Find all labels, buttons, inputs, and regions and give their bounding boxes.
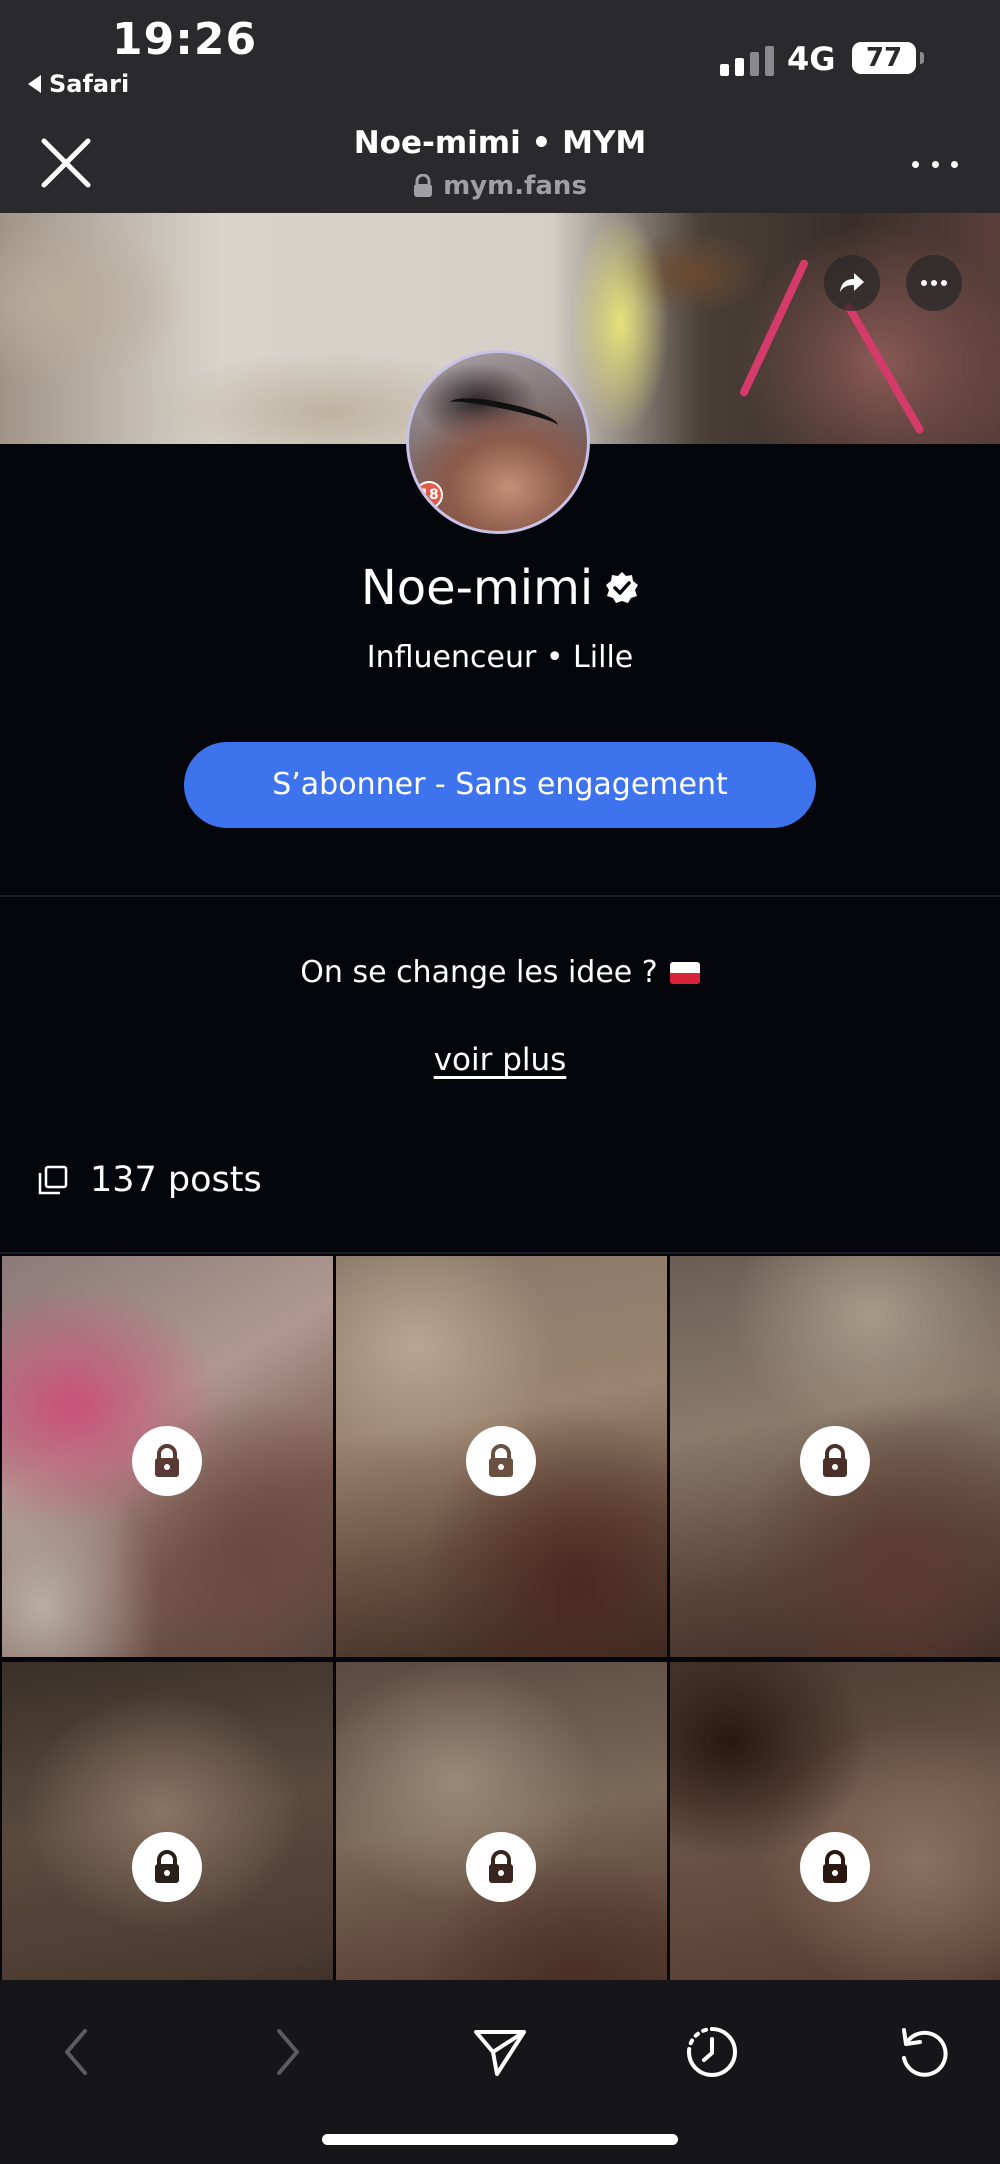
age-badge: 18 xyxy=(415,481,443,509)
dot-icon xyxy=(941,280,947,286)
posts-count: 137 posts xyxy=(38,1160,262,1200)
locked-post-tile[interactable] xyxy=(336,1256,667,1657)
lock-badge xyxy=(466,1426,536,1496)
bio-text: On se change les idee ? xyxy=(300,955,658,990)
verified-badge-icon xyxy=(606,572,639,603)
divider xyxy=(0,1252,1000,1254)
page-title: Noe-mimi • MYM xyxy=(353,125,647,161)
dot-icon xyxy=(931,280,937,286)
back-button[interactable] xyxy=(36,2012,116,2092)
share-arrow-icon xyxy=(840,273,864,292)
avatar[interactable]: 18 xyxy=(406,350,590,534)
poland-flag-icon xyxy=(669,961,700,984)
chevron-left-icon xyxy=(65,2029,87,2075)
lock-badge xyxy=(132,1832,202,1902)
avatar-detail xyxy=(447,391,561,437)
lock-icon xyxy=(823,1850,847,1883)
profile-more-button[interactable] xyxy=(906,255,962,311)
status-bar: 19:26 Safari 4G 77 xyxy=(0,0,1000,115)
lock-icon xyxy=(155,1444,179,1477)
dot-icon xyxy=(951,160,958,168)
lock-icon xyxy=(155,1850,179,1883)
chevron-right-icon xyxy=(277,2029,299,2075)
home-indicator xyxy=(322,2134,678,2145)
url-display[interactable]: mym.fans xyxy=(0,171,1000,201)
profile-name-row: Noe-mimi xyxy=(0,560,1000,616)
back-to-app-link[interactable]: Safari xyxy=(28,70,129,98)
lock-badge xyxy=(132,1426,202,1496)
locked-post-tile[interactable] xyxy=(670,1256,1000,1657)
locked-post-tile[interactable] xyxy=(2,1256,333,1657)
divider xyxy=(0,895,1000,897)
profile-bio: On se change les idee ? xyxy=(0,955,1000,990)
share-button[interactable] xyxy=(460,2012,540,2092)
see-more-link[interactable]: voir plus xyxy=(0,1042,1000,1078)
history-button[interactable] xyxy=(672,2012,752,2092)
battery-level: 77 xyxy=(865,43,903,73)
share-profile-button[interactable] xyxy=(824,255,880,311)
lock-icon xyxy=(823,1444,847,1477)
lock-badge xyxy=(800,1426,870,1496)
send-icon xyxy=(474,2030,526,2076)
cover-detail xyxy=(843,301,925,435)
profile-subtitle: Influenceur • Lille xyxy=(366,640,634,675)
reload-icon xyxy=(902,2028,948,2077)
lock-badge xyxy=(466,1832,536,1902)
posts-stack-icon xyxy=(38,1165,68,1195)
lock-badge xyxy=(800,1832,870,1902)
network-type: 4G xyxy=(787,40,836,78)
forward-button[interactable] xyxy=(248,2012,328,2092)
more-options-button[interactable] xyxy=(912,149,958,179)
cellular-signal-icon xyxy=(720,44,774,76)
cover-detail xyxy=(738,258,810,398)
back-arrow-icon xyxy=(28,75,41,93)
lock-icon xyxy=(489,1444,513,1477)
browser-toolbar xyxy=(0,1980,1000,2164)
url-text: mym.fans xyxy=(443,171,587,201)
lock-icon xyxy=(489,1850,513,1883)
clock-history-icon xyxy=(687,2027,737,2077)
dot-icon xyxy=(921,280,927,286)
browser-header: Noe-mimi • MYM mym.fans xyxy=(0,115,1000,213)
subscribe-button[interactable]: S’abonner - Sans engagement xyxy=(184,742,816,828)
profile-name: Noe-mimi xyxy=(360,560,594,616)
back-app-label: Safari xyxy=(49,70,130,98)
reload-button[interactable] xyxy=(884,2012,964,2092)
dot-icon xyxy=(912,160,919,168)
dot-icon xyxy=(931,160,939,168)
posts-count-label: 137 posts xyxy=(90,1160,262,1200)
status-time: 19:26 xyxy=(112,14,258,65)
lock-icon xyxy=(414,174,433,197)
battery-icon: 77 xyxy=(852,42,924,74)
